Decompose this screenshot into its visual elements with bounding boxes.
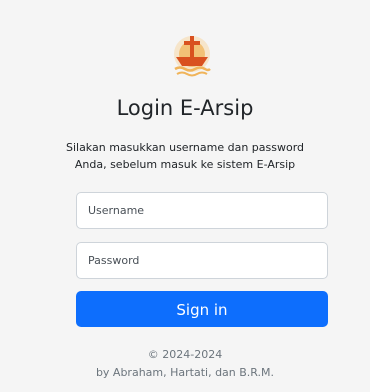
password-input[interactable] [76,242,328,279]
copyright-text: © 2024-2024 [147,348,223,361]
page-title: Login E-Arsip [116,96,254,120]
church-cross-ship-logo-icon [171,30,213,78]
sign-in-button[interactable]: Sign in [76,291,328,327]
login-instructions-line-2: Anda, sebelum masuk ke sistem E-Arsip [74,158,296,171]
login-panel: Login E-Arsip Silakan masukkan username … [0,0,370,392]
username-input[interactable] [76,192,328,229]
footer: © 2024-2024 by Abraham, Hartati, dan B.R… [0,346,370,382]
login-instructions: Silakan masukkan username dan password A… [0,139,370,173]
credits-text: by Abraham, Hartati, dan B.R.M. [95,366,275,379]
login-instructions-line-1: Silakan masukkan username dan password [65,141,305,154]
